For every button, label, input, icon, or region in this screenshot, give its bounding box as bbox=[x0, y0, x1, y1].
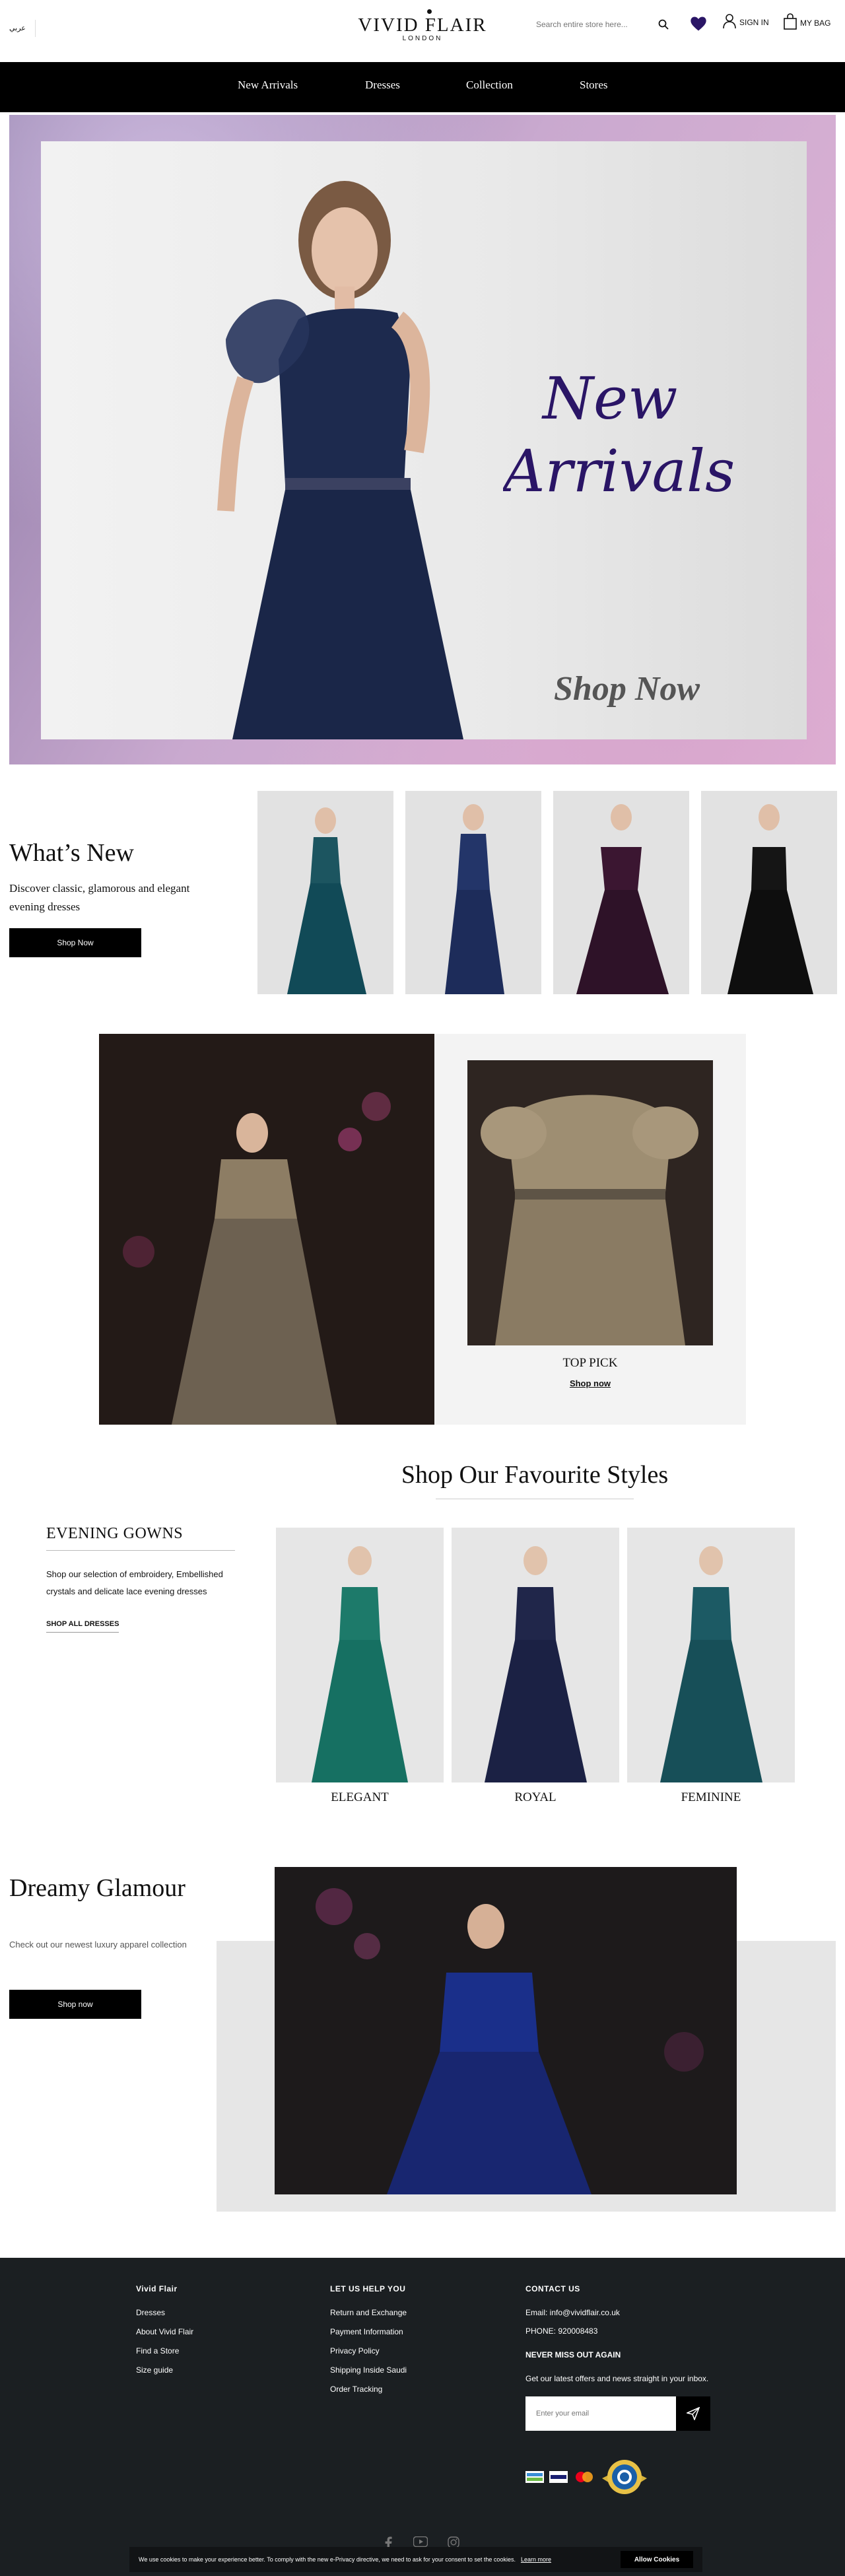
allow-cookies-button[interactable]: Allow Cookies bbox=[621, 2551, 693, 2568]
user-icon bbox=[722, 13, 737, 31]
top-pick-detail-image[interactable] bbox=[467, 1060, 713, 1345]
favourites-title: Shop Our Favourite Styles bbox=[401, 1461, 669, 1489]
hero-model-image bbox=[217, 181, 463, 739]
footer-col-help: LET US HELP YOU Return and Exchange Paym… bbox=[330, 2284, 407, 2404]
top-pick-panel: TOP PICK Shop now bbox=[434, 1034, 746, 1425]
hero-title: New Arrivals bbox=[498, 353, 780, 511]
footer-link-shipping[interactable]: Shipping Inside Saudi bbox=[330, 2365, 407, 2375]
payment-badges bbox=[525, 2458, 648, 2499]
hero-inner: New Arrivals bbox=[41, 141, 807, 739]
visa-card-icon bbox=[549, 2471, 568, 2486]
new-arrival-thumb-4[interactable] bbox=[701, 791, 837, 994]
footer-link-order-tracking[interactable]: Order Tracking bbox=[330, 2385, 407, 2394]
hero-title-line1: New bbox=[541, 364, 677, 432]
style-label-feminine: FEMININE bbox=[681, 1790, 741, 1804]
top-pick-main-image bbox=[99, 1034, 434, 1425]
nav-collection[interactable]: Collection bbox=[466, 79, 513, 92]
main-nav: New Arrivals Dresses Collection Stores bbox=[0, 62, 845, 112]
mada-card-icon bbox=[525, 2471, 544, 2486]
dreamy-shop-button[interactable]: Shop now bbox=[9, 1990, 141, 2019]
logo-name: VIVID FLAIR bbox=[358, 15, 487, 36]
logo-dot bbox=[426, 9, 432, 14]
my-bag-link[interactable]: MY BAG bbox=[783, 13, 830, 32]
top-pick-label: TOP PICK bbox=[562, 1356, 618, 1370]
evening-gowns-divider bbox=[46, 1550, 235, 1551]
footer-brand-heading: Vivid Flair bbox=[136, 2284, 178, 2293]
evening-gowns-title: EVENING GOWNS bbox=[46, 1525, 184, 1542]
newsletter-form bbox=[525, 2396, 717, 2431]
footer-email[interactable]: Email: info@vividflair.co.uk bbox=[525, 2308, 717, 2317]
dreamy-glamour-title: Dreamy Glamour bbox=[9, 1874, 186, 1902]
cookie-banner: We use cookies to make your experience b… bbox=[129, 2547, 702, 2572]
new-arrival-thumb-2[interactable] bbox=[405, 791, 541, 994]
dreamy-glamour-description: Check out our newest luxury apparel coll… bbox=[9, 1940, 187, 1949]
sign-in-label: SIGN IN bbox=[739, 17, 769, 27]
site-logo[interactable]: VIVID FLAIR LONDON bbox=[330, 9, 515, 42]
evening-gowns-description: Shop our selection of embroidery, Embell… bbox=[46, 1569, 223, 1596]
new-arrival-thumb-3[interactable] bbox=[553, 791, 689, 994]
footer-col-brand: Vivid Flair Dresses About Vivid Flair Fi… bbox=[136, 2284, 193, 2385]
nav-dresses[interactable]: Dresses bbox=[365, 79, 400, 92]
send-icon[interactable] bbox=[676, 2396, 710, 2431]
logo-sub: LONDON bbox=[402, 35, 443, 42]
footer-help-heading: LET US HELP YOU bbox=[330, 2284, 406, 2293]
search-input[interactable] bbox=[536, 20, 655, 29]
nav-stores[interactable]: Stores bbox=[580, 79, 608, 92]
style-label-royal: ROYAL bbox=[514, 1790, 557, 1804]
style-card-royal[interactable] bbox=[452, 1528, 619, 1782]
newsletter-description: Get our latest offers and news straight … bbox=[525, 2374, 709, 2383]
newsletter-heading: NEVER MISS OUT AGAIN bbox=[525, 2350, 621, 2359]
footer-contact-heading: CONTACT US bbox=[525, 2284, 580, 2293]
whats-new-title: What’s New bbox=[9, 839, 134, 867]
style-card-feminine[interactable] bbox=[627, 1528, 795, 1782]
site-header: عربي VIVID FLAIR LONDON SIGN IN MY BAG bbox=[0, 0, 845, 62]
my-bag-label: MY BAG bbox=[800, 18, 831, 28]
footer-link-find-store[interactable]: Find a Store bbox=[136, 2346, 193, 2356]
nav-new-arrivals[interactable]: New Arrivals bbox=[238, 79, 298, 92]
footer-link-privacy[interactable]: Privacy Policy bbox=[330, 2346, 407, 2356]
search-icon[interactable] bbox=[655, 16, 672, 33]
footer-link-size-guide[interactable]: Size guide bbox=[136, 2365, 193, 2375]
dreamy-glamour-image bbox=[275, 1867, 737, 2194]
heart-icon[interactable] bbox=[689, 15, 708, 33]
cookie-learn-more-link[interactable]: Learn more bbox=[521, 2556, 551, 2563]
footer-link-dresses[interactable]: Dresses bbox=[136, 2308, 193, 2317]
footer-phone[interactable]: PHONE: 920008483 bbox=[525, 2326, 717, 2336]
hero-shop-now[interactable]: Shop Now bbox=[554, 669, 700, 708]
mastercard-icon bbox=[573, 2470, 595, 2487]
footer-col-contact: CONTACT US Email: info@vividflair.co.uk … bbox=[525, 2284, 717, 2431]
new-arrival-thumb-1[interactable] bbox=[257, 791, 393, 994]
site-footer: Vivid Flair Dresses About Vivid Flair Fi… bbox=[0, 2258, 845, 2576]
sign-in-link[interactable]: SIGN IN bbox=[722, 13, 769, 31]
hero-title-line2: Arrivals bbox=[503, 437, 735, 505]
footer-link-return[interactable]: Return and Exchange bbox=[330, 2308, 407, 2317]
shop-all-dresses-link[interactable]: SHOP ALL DRESSES bbox=[46, 1620, 119, 1633]
whats-new-description: Discover classic, glamorous and elegant … bbox=[9, 882, 190, 913]
search-bar bbox=[536, 16, 677, 33]
footer-link-payment[interactable]: Payment Information bbox=[330, 2327, 407, 2336]
language-switch[interactable]: عربي bbox=[9, 20, 36, 37]
style-card-elegant[interactable] bbox=[276, 1528, 444, 1782]
trust-seal-icon bbox=[601, 2458, 648, 2499]
top-pick-shop-link[interactable]: Shop now bbox=[434, 1378, 746, 1388]
cookie-text: We use cookies to make your experience b… bbox=[139, 2556, 516, 2563]
newsletter-email-input[interactable] bbox=[525, 2396, 676, 2431]
whats-new-shop-button[interactable]: Shop Now bbox=[9, 928, 141, 957]
style-label-elegant: ELEGANT bbox=[331, 1790, 389, 1804]
footer-link-about[interactable]: About Vivid Flair bbox=[136, 2327, 193, 2336]
bag-icon bbox=[783, 13, 797, 32]
hero-banner[interactable]: New Arrivals Shop Now bbox=[9, 115, 836, 764]
